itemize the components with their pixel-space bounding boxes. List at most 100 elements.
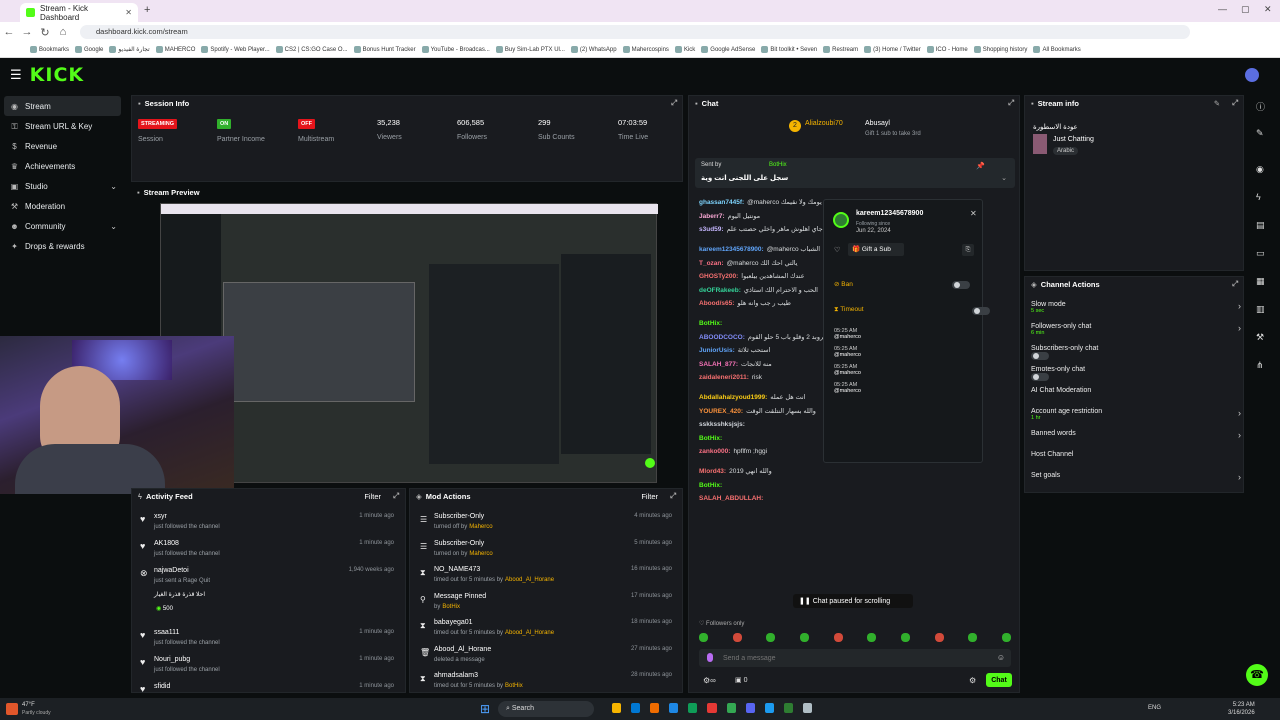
mod-filter-button[interactable]: Filter: [641, 492, 658, 501]
browser-tab[interactable]: Stream - Kick Dashboard ✕: [20, 3, 138, 22]
mod-action-by[interactable]: BotHix: [505, 683, 523, 689]
windows-start-icon[interactable]: ⊞: [480, 702, 490, 716]
sidebar-item-drops-rewards[interactable]: ✦ Drops & rewards: [0, 236, 125, 256]
chat-users-icon[interactable]: ⚙∞: [703, 676, 716, 685]
bookmark-item[interactable]: Google AdSense: [701, 46, 755, 53]
popout-icon[interactable]: ⤢: [670, 491, 676, 501]
heart-icon[interactable]: ♡: [834, 246, 840, 254]
copy-icon[interactable]: ⎘: [962, 244, 974, 256]
bookmark-item[interactable]: MAHERCO: [155, 46, 195, 53]
bookmark-item[interactable]: Kick: [674, 46, 695, 53]
action-banned-words[interactable]: Banned words ›: [1031, 430, 1241, 451]
mic-icon[interactable]: [707, 653, 713, 662]
stream-preview-video[interactable]: [160, 203, 658, 484]
chat-username[interactable]: deOFRakeeb:: [699, 287, 741, 294]
chat-message[interactable]: SALAH_ABDULLAH:: [699, 494, 1015, 508]
chat-username[interactable]: ghassan7445f:: [699, 199, 744, 206]
list-item[interactable]: ♥ AK1808 just followed the channel 1 minute…: [132, 540, 404, 567]
timeout-toggle[interactable]: [972, 306, 991, 315]
mod-action-row[interactable]: ⚲ Message Pinned by BotHix 17 minutes ago: [410, 593, 682, 619]
pinned-bot-name[interactable]: BotHix: [769, 162, 787, 168]
window-minimize-icon[interactable]: —: [1218, 4, 1227, 14]
close-icon[interactable]: ✕: [970, 209, 977, 218]
language-indicator[interactable]: ENG: [1148, 705, 1161, 711]
pinned-message[interactable]: Sent by BotHix سجل على اللجنى انت وية 📌 …: [695, 158, 1015, 188]
action-toggle[interactable]: [1031, 352, 1049, 360]
ban-toggle[interactable]: [952, 280, 970, 289]
share-icon[interactable]: ⋔: [1256, 360, 1264, 371]
bookmark-item[interactable]: Google: [75, 46, 103, 53]
chat-username[interactable]: Abood/s65:: [699, 300, 734, 307]
chat-username[interactable]: Jaberr7:: [699, 213, 725, 220]
activity-user[interactable]: najwaDetoi: [154, 567, 189, 574]
chat-username[interactable]: Mlord43:: [699, 468, 726, 475]
new-tab-icon[interactable]: +: [144, 4, 150, 16]
bookmark-item[interactable]: YouTube - Broadcas...: [421, 46, 490, 53]
chat-username[interactable]: ABOODCOCO:: [699, 334, 745, 341]
popout-icon[interactable]: ⤢: [1232, 279, 1238, 289]
mod-action-row[interactable]: ☰ Subscriber-Only turned off by Maherco 4 mi…: [410, 513, 682, 539]
mod-action-row[interactable]: ⧗ ahmadsalam3 timed out for 5 minutes by Bo…: [410, 672, 682, 698]
action-set-goals[interactable]: Set goals ›: [1031, 472, 1241, 493]
emote-icon[interactable]: [766, 633, 776, 642]
settings-icon[interactable]: ⚙: [969, 676, 976, 685]
mod-action-by[interactable]: Abood_Al_Horane: [505, 577, 554, 583]
activity-user[interactable]: AK1808: [154, 540, 179, 547]
taskbar-app-icon[interactable]: [707, 703, 717, 713]
chat-username[interactable]: zanko000:: [699, 448, 730, 455]
tool-icon[interactable]: ⚒: [1256, 332, 1264, 343]
chat-username[interactable]: sskksshksjsjs:: [699, 421, 745, 428]
bookmark-item[interactable]: ICO - Home: [926, 46, 968, 53]
popout-icon[interactable]: ⤢: [1008, 98, 1014, 108]
action-slow-mode[interactable]: Slow mode 5 sec ›: [1031, 301, 1241, 323]
sidebar-item-revenue[interactable]: $ Revenue: [0, 136, 125, 156]
activity-user[interactable]: xsyr: [154, 513, 167, 520]
edit-icon[interactable]: ✎: [1214, 99, 1220, 108]
sidebar-item-studio[interactable]: ▣ Studio ⌄: [0, 176, 125, 196]
info-icon[interactable]: ⓘ: [1256, 100, 1265, 113]
menu-icon[interactable]: ☰: [10, 67, 22, 83]
taskbar-search[interactable]: ⌕ Search: [498, 701, 594, 717]
taskbar-app-icon[interactable]: [802, 703, 813, 713]
list-item[interactable]: ⊗ najwaDetoi just sent a Rage Quit 1,940 we…: [132, 567, 404, 629]
mod-action-by[interactable]: Maherco: [469, 524, 492, 530]
sidebar-item-moderation[interactable]: ⚒ Moderation: [0, 196, 125, 216]
emoji-icon[interactable]: ☺: [997, 653, 1005, 662]
stream-category[interactable]: Just Chatting: [1053, 136, 1094, 143]
bookmark-item[interactable]: (2) WhatsApp: [570, 46, 617, 53]
pin-icon[interactable]: 📌: [976, 162, 985, 170]
bookmark-item[interactable]: Spotify - Web Player...: [201, 46, 270, 53]
popout-icon[interactable]: ⤢: [393, 491, 399, 501]
ban-label[interactable]: ⊘ Ban: [834, 280, 853, 288]
sidebar-item-stream[interactable]: ◉ Stream: [4, 96, 121, 116]
sidebar-item-achievements[interactable]: ♛ Achievements: [0, 156, 125, 176]
sidebar-item-community[interactable]: ☻ Community ⌄: [0, 216, 125, 236]
chat-username[interactable]: Abdallahalzyoud1999:: [699, 394, 767, 401]
reload-icon[interactable]: ↻: [36, 26, 54, 39]
taskbar-app-icon[interactable]: [726, 703, 736, 713]
camera-icon[interactable]: ◉: [1256, 164, 1264, 175]
taskbar-app-icon[interactable]: [745, 703, 755, 713]
pencil-icon[interactable]: ✎: [1256, 128, 1264, 139]
taskbar-app-icon[interactable]: [612, 703, 622, 713]
taskbar-app-icon[interactable]: [669, 703, 679, 713]
mod-action-row[interactable]: ⧗ babayega01 timed out for 5 minutes by Abo…: [410, 619, 682, 645]
top-gifter-1[interactable]: Alialzoubi70: [805, 120, 843, 127]
popup-username[interactable]: kareem12345678900: [856, 210, 923, 217]
emote-icon[interactable]: [1001, 633, 1011, 642]
forward-icon[interactable]: →: [18, 26, 36, 38]
support-chat-icon[interactable]: ☎: [1246, 664, 1268, 686]
bookmark-item[interactable]: Bit toolkit • Seven: [761, 46, 817, 53]
bookmark-item[interactable]: Restream: [823, 46, 858, 53]
activity-user[interactable]: Nouri_pubg: [154, 656, 190, 663]
action-account-age-restriction[interactable]: Account age restriction 1 hr ›: [1031, 408, 1241, 430]
top-gifter-2[interactable]: Abusayl: [865, 120, 890, 127]
activity-user[interactable]: sfidid: [154, 683, 170, 690]
action-subscribers-only-chat[interactable]: Subscribers-only chat: [1031, 345, 1241, 366]
action-host-channel[interactable]: Host Channel: [1031, 451, 1241, 472]
chat-username[interactable]: YOUREX_420:: [699, 408, 743, 415]
emote-icon[interactable]: [799, 633, 809, 642]
bookmark-item[interactable]: Shopping history: [973, 46, 1027, 53]
chat-username[interactable]: SALAH_ABDULLAH:: [699, 495, 763, 502]
bookmark-item[interactable]: تجارة الفيديو: [109, 46, 150, 53]
